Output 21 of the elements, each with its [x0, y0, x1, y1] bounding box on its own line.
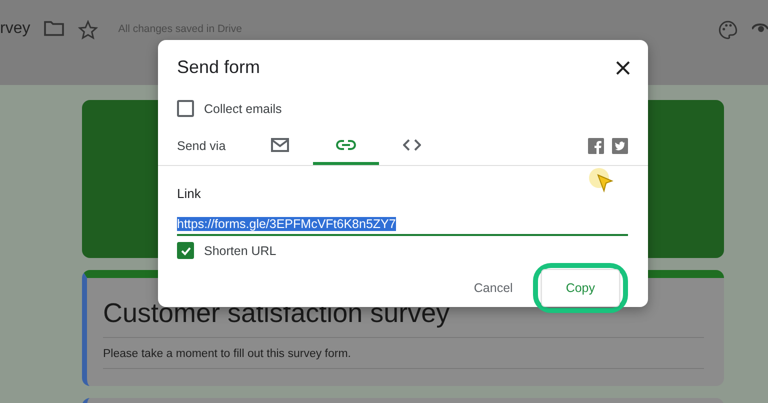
star-icon[interactable]	[78, 20, 98, 40]
checkmark-icon	[180, 244, 192, 256]
checkbox-label: Collect emails	[204, 102, 282, 116]
link-field[interactable]: https://forms.gle/3EPFMcVFt6K8n5ZY7	[177, 217, 628, 236]
copy-button[interactable]: Copy	[540, 269, 620, 307]
facebook-icon[interactable]	[588, 138, 604, 154]
link-icon	[336, 140, 356, 150]
checkbox[interactable]	[177, 242, 194, 259]
envelope-icon	[271, 138, 289, 152]
folder-icon[interactable]	[44, 20, 64, 36]
close-icon[interactable]	[616, 60, 630, 74]
send-via-label: Send via	[177, 139, 227, 153]
code-icon	[403, 138, 421, 150]
document-title: rvey	[0, 20, 30, 38]
link-label: Link	[177, 186, 201, 201]
form-description: Please take a moment to fill out this survey form.	[103, 338, 704, 369]
twitter-icon[interactable]	[612, 138, 628, 154]
checkbox[interactable]	[177, 100, 194, 117]
checkbox-label: Shorten URL	[204, 244, 276, 258]
palette-icon[interactable]	[718, 20, 738, 40]
dialog-title: Send form	[177, 57, 260, 78]
